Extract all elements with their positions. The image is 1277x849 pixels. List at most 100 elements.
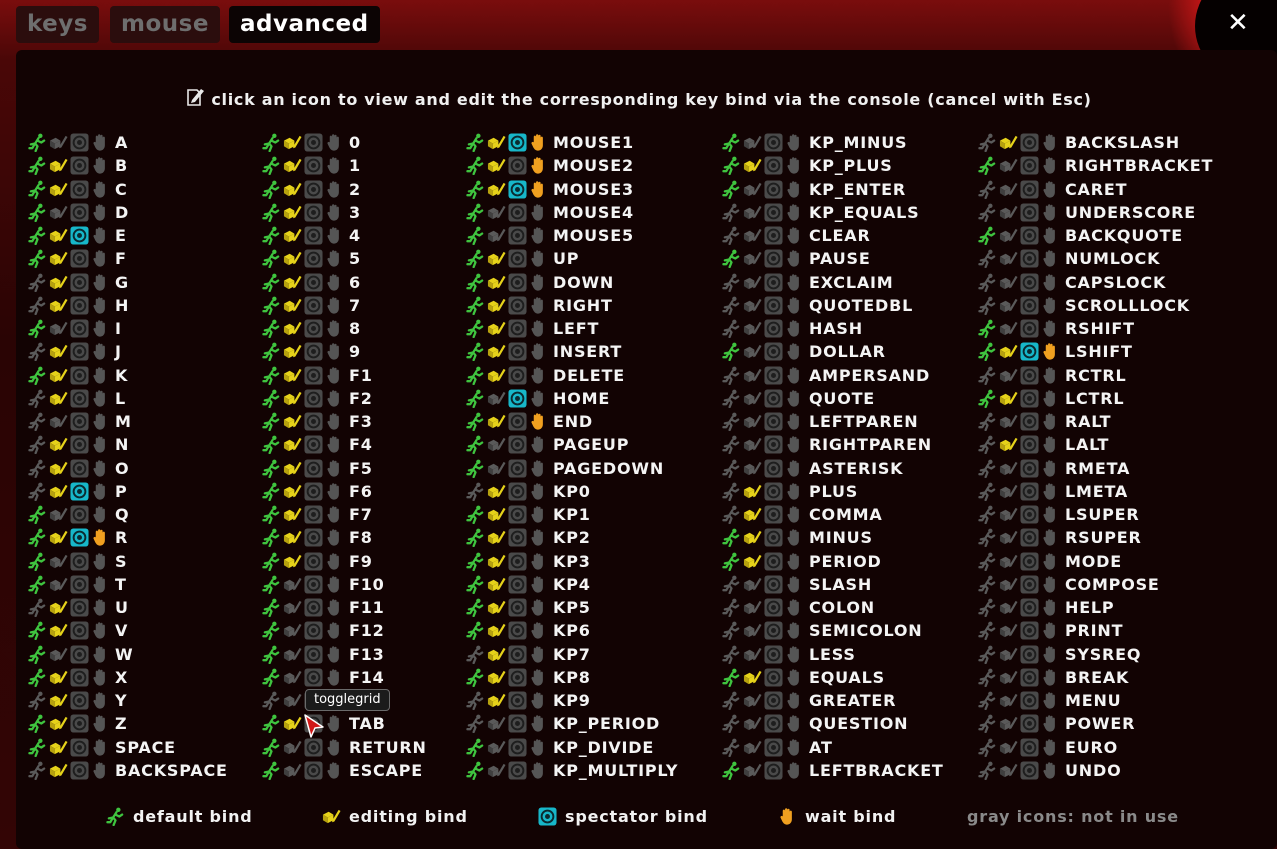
cube-pencil-icon[interactable]	[283, 621, 302, 640]
hand-icon[interactable]	[325, 296, 344, 315]
cube-pencil-icon[interactable]	[283, 180, 302, 199]
runner-icon[interactable]	[722, 296, 741, 316]
hand-icon[interactable]	[91, 226, 110, 245]
cube-pencil-icon[interactable]	[283, 528, 302, 547]
runner-icon[interactable]	[466, 761, 485, 781]
runner-icon[interactable]	[28, 273, 47, 292]
cube-pencil-icon[interactable]	[487, 435, 506, 454]
hand-icon[interactable]	[529, 203, 548, 222]
hand-icon[interactable]	[1041, 552, 1060, 571]
cube-pencil-icon[interactable]	[49, 203, 68, 222]
spectator-eye-icon[interactable]	[508, 435, 527, 454]
cube-pencil-icon[interactable]	[743, 389, 762, 408]
runner-icon[interactable]	[978, 598, 997, 618]
runner-icon[interactable]	[722, 505, 741, 525]
cube-pencil-icon[interactable]	[283, 435, 302, 454]
cube-pencil-icon[interactable]	[743, 319, 762, 338]
runner-icon[interactable]	[466, 575, 485, 595]
cube-pencil-icon[interactable]	[487, 552, 506, 571]
spectator-eye-icon[interactable]	[764, 645, 783, 664]
hand-icon[interactable]	[91, 249, 110, 268]
spectator-eye-icon[interactable]	[1020, 226, 1039, 245]
runner-icon[interactable]	[978, 156, 997, 176]
cube-pencil-icon[interactable]	[49, 552, 68, 571]
spectator-eye-icon[interactable]	[304, 738, 323, 757]
runner-icon[interactable]	[262, 389, 281, 409]
hand-icon[interactable]	[325, 435, 344, 454]
hand-icon[interactable]	[325, 459, 344, 478]
hand-icon[interactable]	[529, 133, 548, 152]
spectator-eye-icon[interactable]	[70, 552, 89, 571]
hand-icon[interactable]	[785, 180, 804, 199]
hand-icon[interactable]	[1041, 226, 1060, 245]
runner-icon[interactable]	[262, 598, 281, 618]
hand-icon[interactable]	[325, 598, 344, 617]
hand-icon[interactable]	[529, 505, 548, 524]
hand-icon[interactable]	[529, 296, 548, 315]
hand-icon[interactable]	[1041, 505, 1060, 524]
hand-icon[interactable]	[529, 249, 548, 268]
hand-icon[interactable]	[91, 273, 110, 292]
cube-pencil-icon[interactable]	[49, 528, 68, 547]
cube-pencil-icon[interactable]	[49, 482, 68, 501]
hand-icon[interactable]	[91, 180, 110, 199]
cube-pencil-icon[interactable]	[487, 156, 506, 175]
runner-icon[interactable]	[28, 598, 47, 618]
cube-pencil-icon[interactable]	[49, 598, 68, 617]
spectator-eye-icon[interactable]	[304, 203, 323, 222]
hand-icon[interactable]	[325, 668, 344, 687]
hand-icon[interactable]	[91, 203, 110, 222]
runner-icon[interactable]	[262, 366, 281, 385]
cube-pencil-icon[interactable]	[999, 226, 1018, 245]
hand-icon[interactable]	[785, 319, 804, 338]
runner-icon[interactable]	[466, 435, 485, 455]
hand-icon[interactable]	[529, 714, 548, 733]
cube-pencil-icon[interactable]	[743, 761, 762, 780]
cube-pencil-icon[interactable]	[743, 691, 762, 710]
spectator-eye-icon[interactable]	[508, 552, 527, 571]
cube-pencil-icon[interactable]	[49, 761, 68, 780]
runner-icon[interactable]	[722, 366, 741, 385]
runner-icon[interactable]	[722, 180, 741, 199]
spectator-eye-icon[interactable]	[70, 668, 89, 687]
runner-icon[interactable]	[978, 412, 997, 432]
hand-icon[interactable]	[1041, 621, 1060, 640]
hand-icon[interactable]	[91, 505, 110, 524]
hand-icon[interactable]	[1041, 691, 1060, 710]
runner-icon[interactable]	[722, 645, 741, 664]
cube-pencil-icon[interactable]	[487, 645, 506, 664]
spectator-eye-icon[interactable]	[70, 156, 89, 175]
runner-icon[interactable]	[978, 668, 997, 688]
runner-icon[interactable]	[466, 552, 485, 571]
spectator-eye-icon[interactable]	[304, 156, 323, 175]
runner-icon[interactable]	[978, 714, 997, 734]
hand-icon[interactable]	[91, 691, 110, 710]
spectator-eye-icon[interactable]	[508, 319, 527, 338]
spectator-eye-icon[interactable]	[304, 366, 323, 385]
hand-icon[interactable]	[529, 482, 548, 501]
spectator-eye-icon[interactable]	[304, 226, 323, 245]
runner-icon[interactable]	[722, 552, 741, 571]
cube-pencil-icon[interactable]	[999, 249, 1018, 268]
spectator-eye-icon[interactable]	[764, 366, 783, 385]
spectator-eye-icon[interactable]	[764, 528, 783, 547]
hand-icon[interactable]	[91, 133, 110, 152]
runner-icon[interactable]	[978, 761, 997, 781]
runner-icon[interactable]	[28, 249, 47, 269]
runner-icon[interactable]	[466, 249, 485, 269]
runner-icon[interactable]	[466, 296, 485, 316]
spectator-eye-icon[interactable]	[764, 482, 783, 501]
spectator-eye-icon[interactable]	[764, 738, 783, 757]
cube-pencil-icon[interactable]	[743, 528, 762, 547]
cube-pencil-icon[interactable]	[743, 621, 762, 640]
runner-icon[interactable]	[262, 668, 281, 688]
runner-icon[interactable]	[262, 482, 281, 502]
spectator-eye-icon[interactable]	[508, 389, 527, 408]
hand-icon[interactable]	[529, 528, 548, 547]
spectator-eye-icon[interactable]	[1020, 203, 1039, 222]
spectator-eye-icon[interactable]	[304, 296, 323, 315]
runner-icon[interactable]	[466, 668, 485, 688]
spectator-eye-icon[interactable]	[1020, 389, 1039, 408]
cube-pencil-icon[interactable]	[283, 482, 302, 501]
hand-icon[interactable]	[785, 156, 804, 175]
